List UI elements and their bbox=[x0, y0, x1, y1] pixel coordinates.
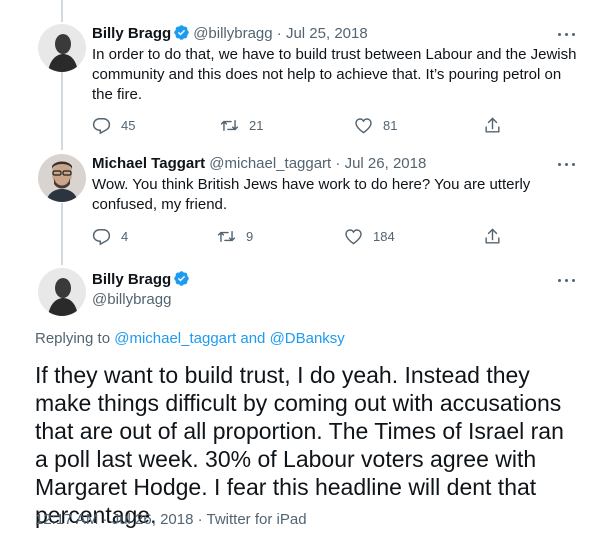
retweet-count: 21 bbox=[249, 117, 264, 133]
share-button[interactable] bbox=[483, 113, 502, 137]
tweet-date[interactable]: Jul 26, 2018 bbox=[345, 155, 427, 172]
reply-button[interactable]: 4 bbox=[92, 224, 128, 248]
tweet-text: In order to do that, we have to build tr… bbox=[92, 46, 577, 103]
like-count: 81 bbox=[383, 117, 398, 133]
retweet-count: 9 bbox=[246, 228, 254, 244]
tweet-text: If they want to build trust, I do yeah. … bbox=[35, 362, 564, 528]
reply-count: 4 bbox=[121, 228, 129, 244]
avatar[interactable] bbox=[38, 154, 86, 202]
replying-to: Replying to @michael_taggart and @DBanks… bbox=[35, 329, 345, 349]
separator-dot: · bbox=[335, 155, 341, 172]
avatar[interactable] bbox=[38, 24, 86, 72]
tweet-header: Billy Bragg @billybragg · Jul 25, 2018 bbox=[92, 24, 368, 47]
reply-count: 45 bbox=[121, 117, 136, 133]
retweet-button[interactable]: 21 bbox=[220, 113, 263, 137]
like-count: 184 bbox=[373, 228, 395, 244]
more-icon[interactable] bbox=[556, 270, 578, 290]
focused-tweet: Billy Bragg @billybragg Replying to @mic… bbox=[0, 268, 600, 534]
reply-icon bbox=[92, 117, 111, 134]
mention-link[interactable]: @DBanksy bbox=[270, 330, 345, 347]
user-handle[interactable]: @michael_taggart bbox=[209, 155, 331, 172]
avatar[interactable] bbox=[38, 268, 86, 316]
tweet-text: Wow. You think British Jews have work to… bbox=[92, 176, 531, 213]
mention-link[interactable]: @michael_taggart bbox=[114, 330, 236, 347]
reply-button[interactable]: 45 bbox=[92, 113, 135, 137]
display-name-text[interactable]: Billy Bragg bbox=[92, 271, 171, 288]
tweet[interactable]: Billy Bragg @billybragg · Jul 25, 2018 In… bbox=[0, 24, 600, 144]
replying-prefix: Replying to bbox=[35, 330, 111, 347]
tweet-actions: 4 9 184 bbox=[92, 224, 512, 248]
more-icon[interactable] bbox=[556, 154, 578, 174]
thread-line bbox=[61, 0, 63, 22]
share-button[interactable] bbox=[483, 224, 502, 248]
like-button[interactable]: 81 bbox=[354, 113, 397, 137]
more-icon[interactable] bbox=[556, 24, 578, 44]
like-button[interactable]: 184 bbox=[344, 224, 395, 248]
reply-icon bbox=[92, 228, 111, 245]
verified-badge-icon bbox=[173, 24, 190, 47]
tweet-actions: 45 21 81 bbox=[92, 113, 512, 137]
mention-and: and bbox=[240, 330, 266, 347]
share-icon bbox=[485, 117, 500, 133]
retweet-icon bbox=[217, 230, 236, 242]
display-name[interactable]: Billy Bragg bbox=[92, 25, 171, 42]
user-handle[interactable]: @billybragg bbox=[193, 25, 272, 42]
retweet-button[interactable]: 9 bbox=[217, 224, 253, 248]
like-icon bbox=[355, 117, 372, 134]
share-icon bbox=[485, 228, 500, 244]
verified-badge-icon bbox=[173, 270, 190, 293]
retweet-icon bbox=[220, 119, 239, 131]
tweet-date[interactable]: Jul 25, 2018 bbox=[286, 25, 368, 42]
user-handle[interactable]: @billybragg bbox=[92, 290, 171, 310]
separator-dot: · bbox=[276, 25, 282, 42]
tweet[interactable]: Michael Taggart @michael_taggart · Jul 2… bbox=[0, 154, 600, 254]
display-name[interactable]: Michael Taggart bbox=[92, 155, 205, 172]
like-icon bbox=[345, 228, 362, 245]
tweet-header: Michael Taggart @michael_taggart · Jul 2… bbox=[92, 154, 426, 174]
tweet-timestamp[interactable]: 12:17 AM · Jul 26, 2018 · Twitter for iP… bbox=[35, 510, 307, 530]
